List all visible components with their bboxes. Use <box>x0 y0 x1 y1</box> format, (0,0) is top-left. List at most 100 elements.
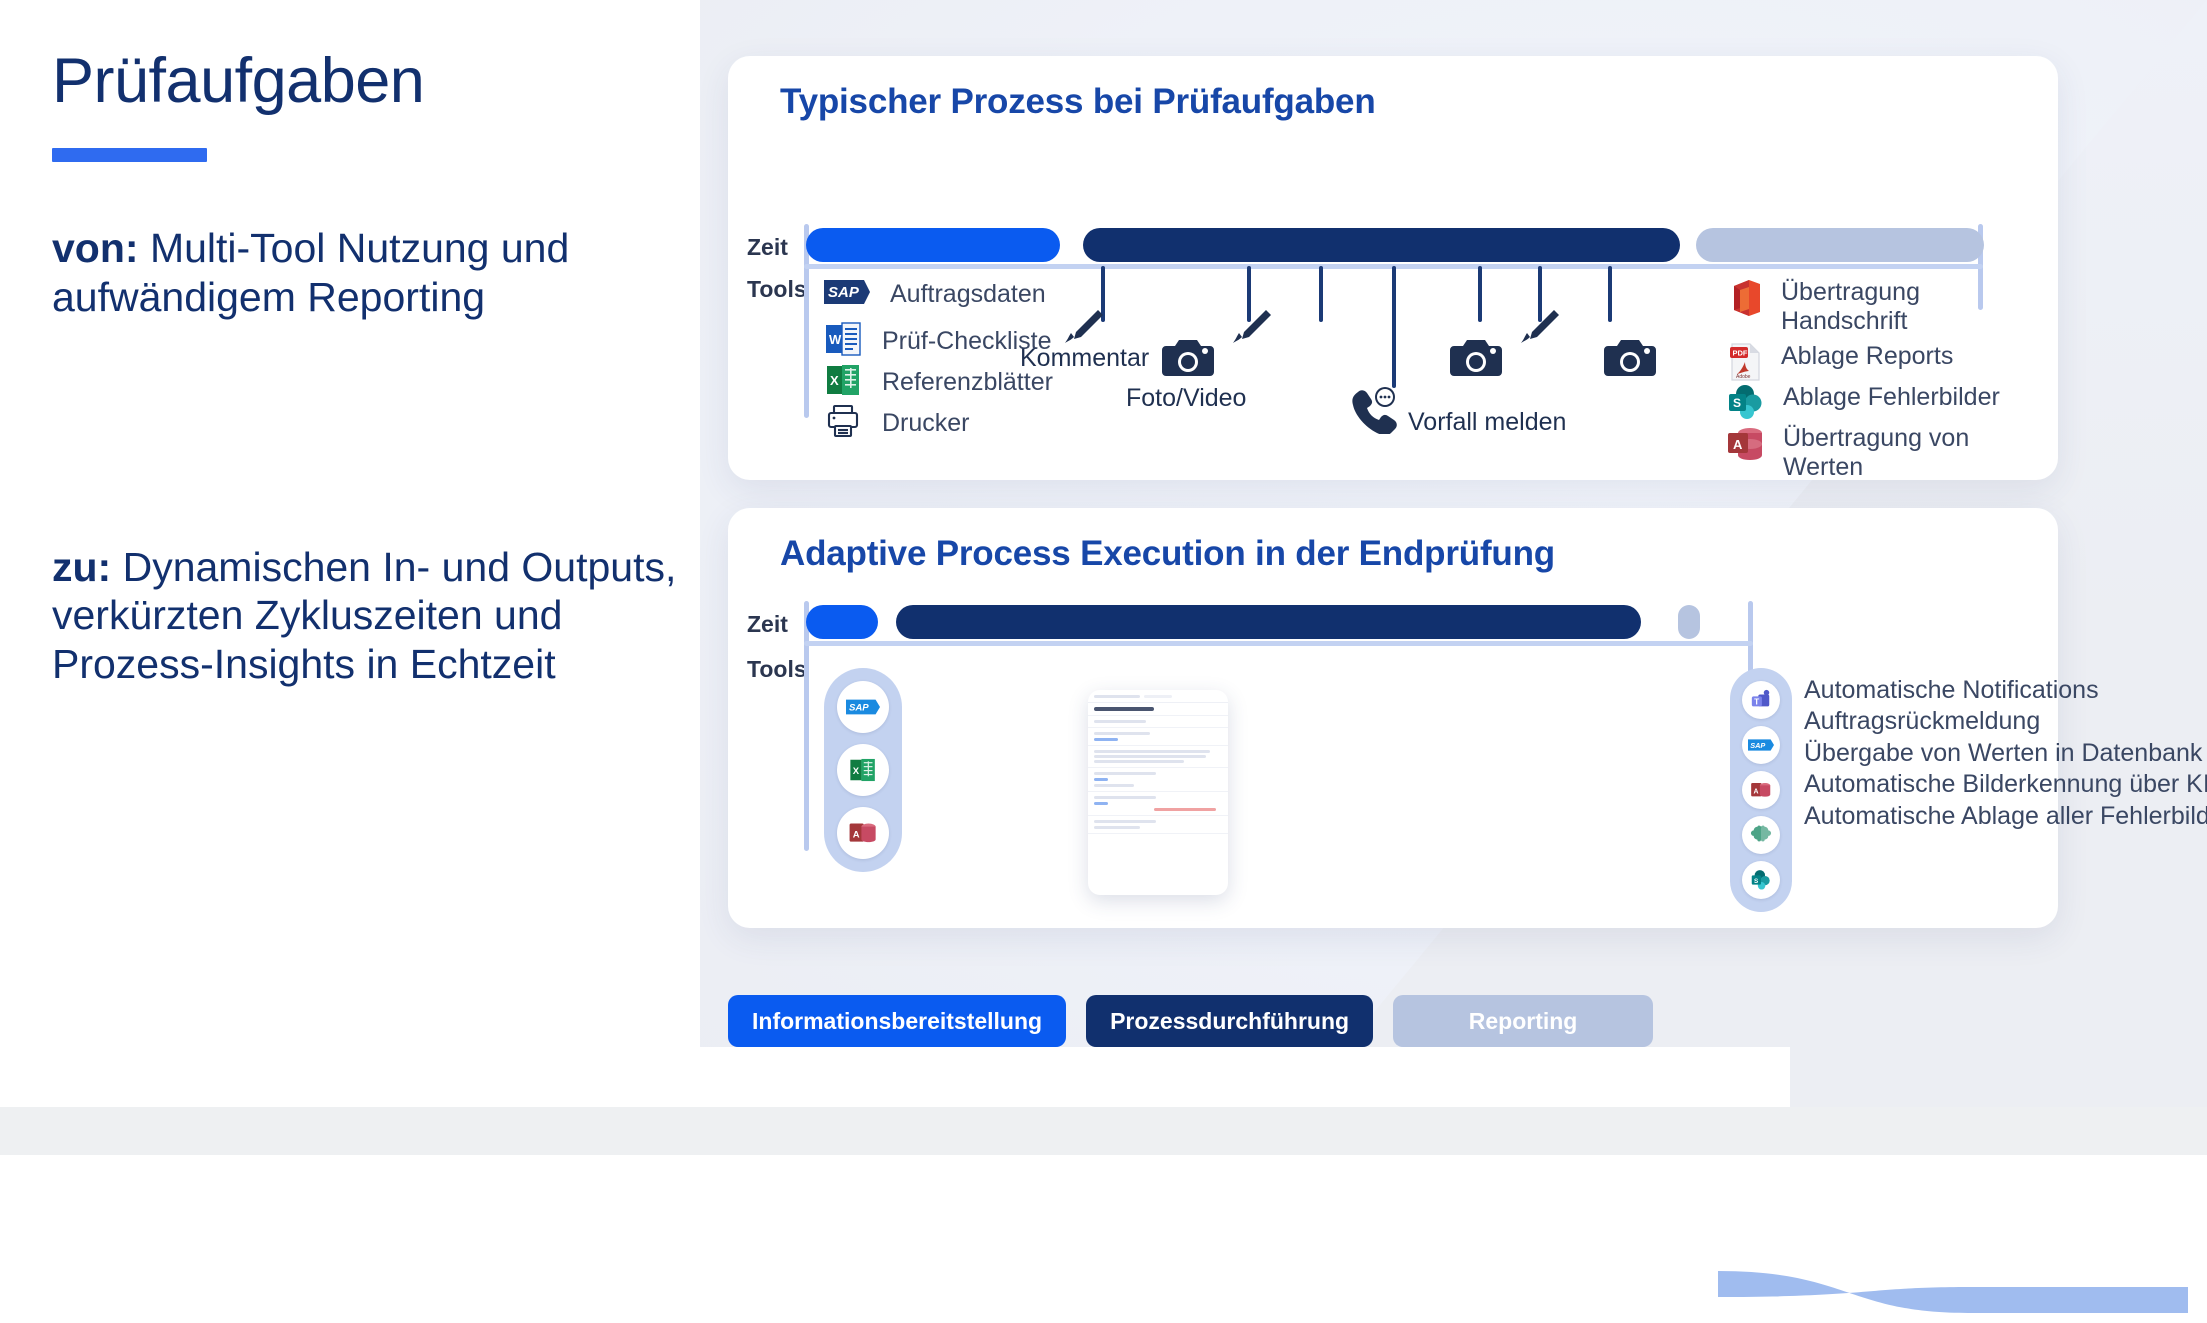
camera-icon[interactable] <box>1162 336 1214 385</box>
output-row-auftragsrueckmeldung[interactable]: Auftragsrückmeldung <box>1804 707 2040 736</box>
tool-row-uebertragung-handschrift[interactable]: Übertragung Handschrift <box>1728 278 2028 336</box>
pencil-icon[interactable] <box>1514 304 1564 359</box>
svg-text:S: S <box>1733 396 1741 410</box>
legend-button-reporting[interactable]: Reporting <box>1393 995 1654 1047</box>
svg-text:X: X <box>830 373 839 388</box>
timeline-tick <box>1478 266 1482 322</box>
camera-icon[interactable] <box>1604 336 1656 385</box>
svg-text:A: A <box>1753 788 1758 795</box>
footer-white-strip <box>0 1047 1790 1107</box>
output-label: Automatische Notifications <box>1804 676 2099 704</box>
svg-text:SAP: SAP <box>849 703 869 714</box>
card-typical-title: Typischer Prozess bei Prüfaufgaben <box>780 82 1376 121</box>
tool-row-uebertragung-werte[interactable]: A Übertragung von Werten <box>1728 424 2028 482</box>
svg-text:T: T <box>1754 698 1759 707</box>
timeline-segment-prozessdurchfuehrung[interactable] <box>1083 228 1680 262</box>
legend-button-informationsbereitstellung[interactable]: Informationsbereitstellung <box>728 995 1067 1047</box>
output-tools-pill: T SAP A S <box>1730 668 1792 912</box>
office-icon <box>1728 278 1762 323</box>
tool-row-drucker[interactable]: Drucker <box>824 402 970 445</box>
svg-text:PDF: PDF <box>1733 349 1748 358</box>
tool-row-auftragsdaten[interactable]: SAP Auftragsdaten <box>824 280 1046 309</box>
axis-label-time: Zeit <box>747 611 788 637</box>
mockup-position-row-2 <box>1088 792 1228 816</box>
timeline-tick <box>1392 266 1396 388</box>
svg-text:W: W <box>829 332 842 347</box>
axis-label-tools: Tools <box>747 656 807 682</box>
output-row-ablage-fehlerbilder[interactable]: Automatische Ablage aller Fehlerbilder s… <box>1804 802 2207 831</box>
access-icon-circle[interactable]: A <box>837 806 889 859</box>
timeline-tick <box>1319 266 1323 322</box>
activity-label-vorfall-melden: Vorfall melden <box>1408 408 1567 436</box>
tool-label: Übertragung von Werten <box>1783 424 1970 481</box>
excel-icon-circle[interactable]: X <box>837 743 889 796</box>
excel-icon: X <box>824 361 862 404</box>
timeline-segment-informationsbereitstellung[interactable] <box>806 605 878 639</box>
printer-icon <box>824 402 862 445</box>
access-icon: A <box>1728 424 1764 469</box>
legend-button-prozessdurchfuehrung[interactable]: Prozessdurchführung <box>1086 995 1374 1047</box>
svg-text:SAP: SAP <box>828 284 860 301</box>
tool-label: Ablage Reports <box>1781 342 1954 370</box>
sharepoint-icon-circle[interactable]: S <box>1742 860 1780 899</box>
lead-from-statement: von: Multi-Tool Nutzung und aufwändigem … <box>52 224 712 321</box>
timeline-segment-reporting[interactable] <box>1696 228 1984 262</box>
sap-icon: SAP <box>824 280 870 309</box>
tool-row-pruef-checkliste[interactable]: W Prüf-Checkliste <box>824 320 1052 363</box>
timeline-segment-reporting[interactable] <box>1678 605 1700 639</box>
tool-label: Übertragung Handschrift <box>1781 278 1920 335</box>
pencil-icon[interactable] <box>1226 304 1276 359</box>
mockup-position-row-1 <box>1088 768 1228 792</box>
axis-label-time: Zeit <box>747 234 788 260</box>
axis-vertical-left <box>804 601 809 851</box>
access-icon-circle[interactable]: A <box>1742 770 1780 809</box>
lead-to-statement: zu: Dynamischen In- und Outputs, verkürz… <box>52 543 712 688</box>
card-adaptive-process: Adaptive Process Execution in der Endprü… <box>728 508 2207 1313</box>
mockup-step-row <box>1088 716 1228 728</box>
lead-from-prefix: von: <box>52 225 139 272</box>
output-label: Automatische Bilderkennung über KI <box>1804 770 2207 798</box>
brain-ai-icon-circle[interactable] <box>1742 815 1780 854</box>
activity-label-foto-video: Foto/Video <box>1126 384 1247 412</box>
svg-text:X: X <box>853 766 860 777</box>
mockup-titlebar <box>1088 690 1228 703</box>
sap-icon-circle[interactable]: SAP <box>837 681 889 734</box>
tablet-app-mockup[interactable] <box>1088 690 1228 895</box>
axis-label-tools: Tools <box>747 276 807 302</box>
tool-label: Auftragsdaten <box>890 280 1046 308</box>
phone-message-icon[interactable] <box>1348 386 1400 439</box>
tool-label: Drucker <box>882 409 970 437</box>
camera-icon[interactable] <box>1450 336 1502 385</box>
timeline-segment-prozessdurchfuehrung[interactable] <box>896 605 1641 639</box>
tool-row-referenzblaetter[interactable]: X Referenzblätter <box>824 361 1053 404</box>
word-icon: W <box>824 320 862 363</box>
svg-text:SAP: SAP <box>1750 741 1765 750</box>
svg-text:A: A <box>1733 437 1743 452</box>
output-row-notifications[interactable]: Automatische Notifications <box>1804 676 2099 705</box>
teams-icon-circle[interactable]: T <box>1742 681 1780 720</box>
lead-to-prefix: zu: <box>52 543 112 590</box>
tool-row-ablage-reports[interactable]: PDF Adobe Ablage Reports <box>1728 342 1953 387</box>
axis-horizontal-baseline <box>804 641 1753 646</box>
phase-legend: Informationsbereitstellung Prozessdurchf… <box>728 995 1654 1047</box>
svg-text:A: A <box>853 829 860 840</box>
mockup-input-row <box>1088 728 1228 746</box>
output-row-uebergabe-werte[interactable]: Übergabe von Werten in Datenbank <box>1804 739 2202 768</box>
svg-text:S: S <box>1754 877 1758 884</box>
output-label: Übergabe von Werten in Datenbank <box>1804 739 2203 767</box>
input-tools-pill: SAP X A <box>824 668 902 872</box>
sap-icon-circle[interactable]: SAP <box>1742 726 1780 765</box>
card-typical-process: Typischer Prozess bei Prüfaufgaben Zeit … <box>728 56 2058 482</box>
left-intro-column: Prüfaufgaben von: Multi-Tool Nutzung und… <box>52 48 712 688</box>
output-row-bilderkennung[interactable]: Automatische Bilderkennung über KI <box>1804 770 2207 799</box>
tool-label: Ablage Fehlerbilder <box>1783 383 2000 411</box>
activity-label-kommentar: Kommentar <box>1020 344 1150 372</box>
timeline-tick <box>1608 266 1612 322</box>
title-underline-rule <box>52 148 207 163</box>
svg-text:Adobe: Adobe <box>1736 374 1751 380</box>
card-adaptive-title: Adaptive Process Execution in der Endprü… <box>780 534 1555 573</box>
page-title: Prüfaufgaben <box>52 46 425 116</box>
timeline-segment-informationsbereitstellung[interactable] <box>806 228 1060 262</box>
tool-row-ablage-fehlerbilder[interactable]: S Ablage Fehlerbilder <box>1728 383 2000 426</box>
mockup-heading-row <box>1088 703 1228 716</box>
